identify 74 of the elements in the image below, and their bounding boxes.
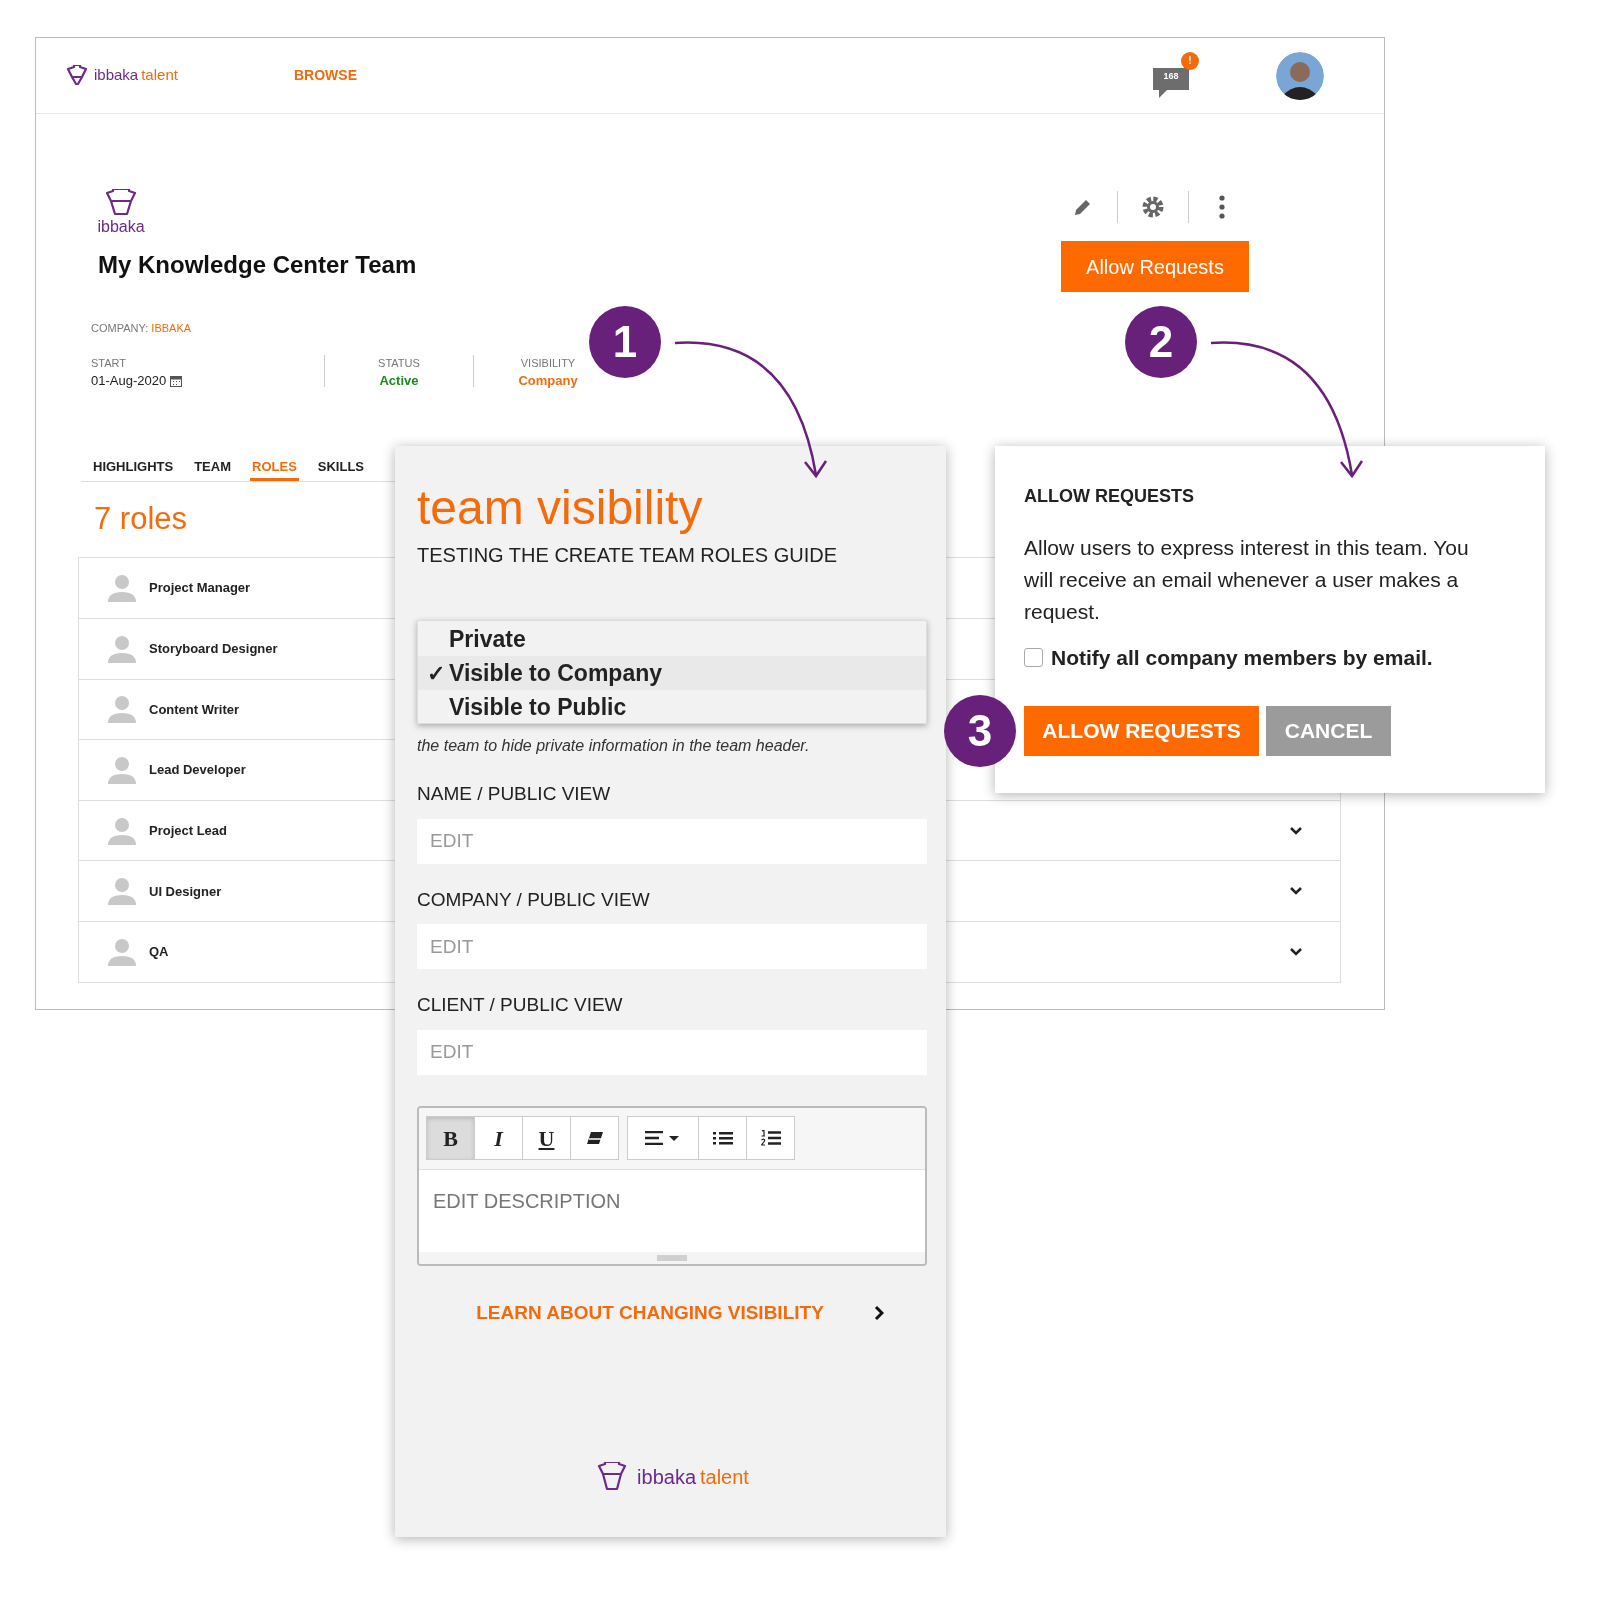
toolbar-button[interactable] (746, 1116, 795, 1160)
roles-heading: 7 roles (94, 500, 188, 538)
message-count: 168 (1162, 69, 1180, 83)
messages-button[interactable]: 168 ! (1153, 51, 1201, 102)
chevron-down-icon (1290, 887, 1302, 896)
role-name: Project Manager (149, 579, 251, 598)
toolbar-button[interactable] (698, 1116, 747, 1160)
numbered-list-icon (760, 1130, 781, 1146)
role-name: Project Lead (149, 821, 228, 840)
toolbar-button[interactable]: B (426, 1116, 475, 1160)
person-icon (107, 694, 137, 725)
toolbar-button[interactable] (570, 1116, 619, 1160)
team-logo-icon (103, 189, 139, 217)
role-name: Storyboard Designer (149, 640, 278, 659)
dropdown-option[interactable]: ✓ Visible to Company (418, 656, 926, 690)
check-icon: ✓ (427, 656, 449, 690)
field-label: NAME / PUBLIC VIEW (417, 782, 611, 806)
person-icon (107, 936, 137, 967)
role-name: UI Designer (149, 882, 222, 901)
checkbox[interactable] (1024, 648, 1043, 668)
logo-icon (64, 64, 90, 87)
bullet-list-icon (712, 1131, 733, 1145)
person-icon (107, 755, 137, 786)
dropdown-option[interactable]: Visible to Public (418, 690, 926, 724)
tab[interactable]: TEAM (192, 456, 233, 481)
text-field[interactable]: EDIT (417, 818, 927, 864)
text-field[interactable]: EDIT (417, 1029, 927, 1075)
eraser-icon (585, 1131, 604, 1145)
dropdown-option[interactable]: Private (418, 622, 926, 656)
person-icon (107, 633, 137, 664)
footer-logo-text: ibbaka talent (637, 1465, 749, 1490)
panel-title: team visibility (417, 480, 703, 536)
field-value: Company (518, 372, 578, 390)
toolbar-button[interactable]: U (522, 1116, 571, 1160)
align-icon (645, 1131, 681, 1145)
tab[interactable]: HIGHLIGHTS (91, 456, 176, 481)
chevron-down-icon (1290, 947, 1302, 956)
field-label: COMPANY / PUBLIC VIEW (417, 887, 650, 912)
editor-placeholder: EDIT DESCRIPTION (432, 1188, 622, 1214)
role-name: Lead Developer (149, 761, 246, 780)
rich-text-editor[interactable]: B I U EDIT DESCRIPTION (417, 1105, 927, 1266)
role-name: Content Writer (149, 700, 240, 719)
person-icon (107, 815, 137, 846)
person-icon (107, 572, 137, 603)
team-title: My Knowledge Center Team (98, 250, 417, 280)
settings-icon (1140, 194, 1166, 220)
field-label: CLIENT / PUBLIC VIEW (417, 993, 623, 1017)
field-label: START (91, 355, 128, 371)
panel-heading: ALLOW REQUESTS (1024, 485, 1194, 508)
calendar-icon (170, 374, 183, 387)
toolbar-button[interactable] (627, 1116, 699, 1160)
pencil-icon (1073, 197, 1093, 217)
field-value: 01-Aug-2020 (91, 372, 167, 390)
toolbar-button[interactable]: I (474, 1116, 523, 1160)
app-logo-text: ibbaka talent (94, 65, 178, 86)
more-icon (1219, 195, 1225, 219)
resize-grip-icon (657, 1254, 687, 1261)
field-label: VISIBILITY (520, 355, 576, 371)
role-name: QA (149, 943, 169, 962)
checkbox-label: Notify all company members by email. (1051, 645, 1433, 671)
field-value: Active (379, 372, 419, 390)
notification-badge: ! (1181, 51, 1199, 70)
text-field[interactable]: EDIT (417, 924, 927, 969)
team-logo-text: ibbaka (97, 217, 145, 237)
help-text: the team to hide private information in the team header. (417, 736, 810, 756)
avatar (1276, 51, 1324, 100)
panel-description: Allow users to express interest in this team. You will receive an email whenever a user makes a request. (1024, 535, 1470, 625)
panel-subtitle: TESTING THE CREATE TEAM ROLES GUIDE (417, 543, 838, 568)
company-line: COMPANY: IBBAKA (91, 321, 193, 336)
chevron-down-icon (1290, 826, 1302, 835)
chevron-right-icon (873, 1304, 884, 1321)
tab[interactable]: SKILLS (315, 456, 367, 481)
person-icon (107, 876, 137, 907)
field-label: STATUS (378, 355, 420, 371)
